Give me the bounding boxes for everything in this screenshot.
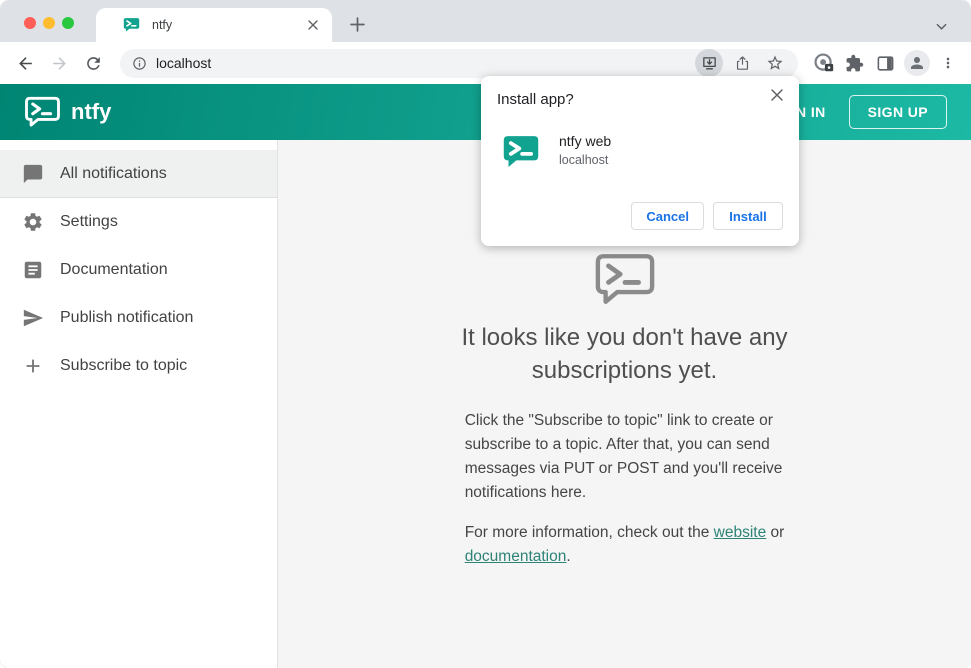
install-app-name: ntfy web [559,133,612,149]
empty-state-message: Click the "Subscribe to topic" link to c… [465,409,785,585]
website-link[interactable]: website [714,524,767,541]
sidebar-item-publish-notification[interactable]: Publish notification [0,294,277,342]
more-info-paragraph: For more information, check out the webs… [465,521,785,569]
extensions-puzzle-icon[interactable] [839,46,870,80]
reload-icon[interactable] [76,46,110,80]
password-manager-extension-icon[interactable] [808,46,839,80]
install-app-icon[interactable] [695,49,723,77]
sidebar-item-label: Settings [60,213,118,230]
browser-tab-ntfy[interactable]: ntfy [96,8,332,42]
article-icon [22,259,44,281]
install-button[interactable]: Install [713,202,783,230]
site-info-icon[interactable] [132,56,147,71]
url-text: localhost [156,55,212,71]
empty-state-ntfy-icon [594,252,656,307]
documentation-link[interactable]: documentation [465,548,567,565]
back-icon[interactable] [8,46,42,80]
install-app-ntfy-icon [502,134,540,169]
forward-icon[interactable] [42,46,76,80]
sign-up-button[interactable]: SIGN UP [848,95,947,129]
more-info-text: For more information, check out the [464,524,714,541]
send-icon [22,307,44,329]
sidebar-item-all-notifications[interactable]: All notifications [0,150,277,198]
ntfy-logo [24,96,61,128]
more-info-text: . [566,548,571,565]
side-panel-icon[interactable] [870,46,901,80]
install-dialog-title: Install app? [497,91,574,108]
browser-window: ntfy localhost ntfy IN SIGN UP All notif… [0,0,971,668]
profile-avatar[interactable] [901,46,932,80]
tab-title: ntfy [152,18,173,32]
sidebar: All notifications Settings Documentation… [0,140,278,668]
browser-menu-kebab-icon[interactable] [932,46,963,80]
more-info-text: or [770,524,785,541]
tab-strip: ntfy [0,0,971,42]
install-app-dialog: Install app? ntfy web localhost Cancel I… [481,76,799,246]
address-bar[interactable]: localhost [120,48,798,78]
dialog-close-icon[interactable] [766,84,788,106]
sidebar-item-label: Documentation [60,261,168,278]
window-close-button[interactable] [24,17,36,29]
window-zoom-button[interactable] [62,17,74,29]
bookmark-star-icon[interactable] [761,49,789,77]
cancel-button[interactable]: Cancel [631,202,704,230]
new-tab-button[interactable] [346,13,368,35]
tab-search-chevron-icon[interactable] [930,15,952,37]
window-minimize-button[interactable] [43,17,55,29]
tab-close-icon[interactable] [304,16,322,34]
instructions-paragraph: Click the "Subscribe to topic" link to c… [464,412,783,501]
sidebar-item-label: Publish notification [60,309,194,326]
share-icon[interactable] [728,49,756,77]
sidebar-item-settings[interactable]: Settings [0,198,277,246]
sidebar-item-label: All notifications [60,164,167,182]
sidebar-item-documentation[interactable]: Documentation [0,246,277,294]
sidebar-item-label: Subscribe to topic [60,357,188,374]
app-title: ntfy [71,99,112,124]
gear-icon [22,211,44,233]
plus-icon [22,355,44,377]
chat-bubble-icon [22,163,44,185]
sidebar-item-subscribe-to-topic[interactable]: Subscribe to topic [0,342,277,390]
install-app-origin: localhost [559,153,609,167]
ntfy-favicon [123,17,140,33]
empty-state-title: It looks like you don't have any subscri… [461,324,788,384]
